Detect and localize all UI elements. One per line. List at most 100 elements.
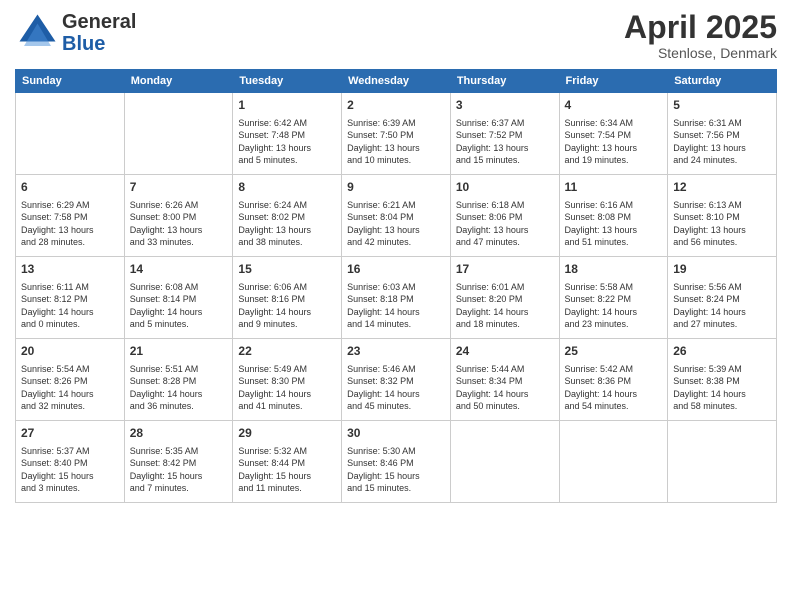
day-number: 8 <box>238 179 336 196</box>
day-number: 9 <box>347 179 445 196</box>
day-info: Sunrise: 5:58 AM Sunset: 8:22 PM Dayligh… <box>565 281 663 331</box>
day-info: Sunrise: 6:06 AM Sunset: 8:16 PM Dayligh… <box>238 281 336 331</box>
day-number: 7 <box>130 179 228 196</box>
day-info: Sunrise: 6:34 AM Sunset: 7:54 PM Dayligh… <box>565 117 663 167</box>
calendar-cell <box>16 93 125 175</box>
calendar-cell: 16Sunrise: 6:03 AM Sunset: 8:18 PM Dayli… <box>342 257 451 339</box>
calendar-header-wednesday: Wednesday <box>342 70 451 93</box>
calendar-cell: 13Sunrise: 6:11 AM Sunset: 8:12 PM Dayli… <box>16 257 125 339</box>
day-number: 19 <box>673 261 771 278</box>
calendar-cell: 3 Sunrise: 6:37 AM Sunset: 7:52 PM Daylig… <box>450 93 559 175</box>
location: Stenlose, Denmark <box>624 45 777 61</box>
day-info: Sunrise: 5:39 AM Sunset: 8:38 PM Dayligh… <box>673 363 771 413</box>
day-info: Sunrise: 6:13 AM Sunset: 8:10 PM Dayligh… <box>673 199 771 249</box>
page: General Blue April 2025 Stenlose, Denmar… <box>0 0 792 612</box>
day-info: Sunrise: 6:03 AM Sunset: 8:18 PM Dayligh… <box>347 281 445 331</box>
day-number: 15 <box>238 261 336 278</box>
day-info: Sunrise: 5:32 AM Sunset: 8:44 PM Dayligh… <box>238 445 336 495</box>
day-info: Sunrise: 6:16 AM Sunset: 8:08 PM Dayligh… <box>565 199 663 249</box>
calendar-cell: 14 Sunrise: 6:08 AM Sunset: 8:14 PM Dayli… <box>124 257 233 339</box>
day-number: 11 <box>565 179 663 196</box>
day-info: Sunrise: 5:54 AM Sunset: 8:26 PM Dayligh… <box>21 363 119 413</box>
calendar-week-row: 20 Sunrise: 5:54 AM Sunset: 8:26 PM Dayli… <box>16 339 777 421</box>
calendar-week-row: 1Sunrise: 6:42 AM Sunset: 7:48 PM Daylig… <box>16 93 777 175</box>
day-info: Sunrise: 6:42 AM Sunset: 7:48 PM Dayligh… <box>238 117 336 167</box>
day-info: Sunrise: 5:30 AM Sunset: 8:46 PM Dayligh… <box>347 445 445 495</box>
calendar-cell: 12 Sunrise: 6:13 AM Sunset: 8:10 PM Dayli… <box>668 175 777 257</box>
day-number: 3 <box>456 97 554 114</box>
logo-general-text: General <box>62 11 136 33</box>
day-number: 28 <box>130 425 228 442</box>
logo-label: General Blue <box>62 11 136 55</box>
calendar-cell <box>124 93 233 175</box>
calendar-header-saturday: Saturday <box>668 70 777 93</box>
day-info: Sunrise: 6:21 AM Sunset: 8:04 PM Dayligh… <box>347 199 445 249</box>
day-info: Sunrise: 6:39 AM Sunset: 7:50 PM Dayligh… <box>347 117 445 167</box>
calendar-cell: 2 Sunrise: 6:39 AM Sunset: 7:50 PM Daylig… <box>342 93 451 175</box>
calendar-cell: 5 Sunrise: 6:31 AM Sunset: 7:56 PM Daylig… <box>668 93 777 175</box>
day-info: Sunrise: 5:42 AM Sunset: 8:36 PM Dayligh… <box>565 363 663 413</box>
day-number: 10 <box>456 179 554 196</box>
calendar-cell: 24 Sunrise: 5:44 AM Sunset: 8:34 PM Dayli… <box>450 339 559 421</box>
day-info: Sunrise: 5:35 AM Sunset: 8:42 PM Dayligh… <box>130 445 228 495</box>
day-info: Sunrise: 6:29 AM Sunset: 7:58 PM Dayligh… <box>21 199 119 249</box>
day-number: 24 <box>456 343 554 360</box>
calendar-cell: 28 Sunrise: 5:35 AM Sunset: 8:42 PM Dayli… <box>124 421 233 503</box>
calendar-cell: 26 Sunrise: 5:39 AM Sunset: 8:38 PM Dayli… <box>668 339 777 421</box>
day-number: 5 <box>673 97 771 114</box>
logo: General Blue <box>15 10 136 55</box>
day-number: 21 <box>130 343 228 360</box>
title-area: April 2025 Stenlose, Denmark <box>624 10 777 61</box>
calendar-cell: 10 Sunrise: 6:18 AM Sunset: 8:06 PM Dayli… <box>450 175 559 257</box>
day-info: Sunrise: 6:37 AM Sunset: 7:52 PM Dayligh… <box>456 117 554 167</box>
calendar-header-sunday: Sunday <box>16 70 125 93</box>
calendar-cell <box>559 421 668 503</box>
day-number: 12 <box>673 179 771 196</box>
day-number: 26 <box>673 343 771 360</box>
calendar-header-thursday: Thursday <box>450 70 559 93</box>
day-info: Sunrise: 5:56 AM Sunset: 8:24 PM Dayligh… <box>673 281 771 331</box>
calendar-cell: 15 Sunrise: 6:06 AM Sunset: 8:16 PM Dayli… <box>233 257 342 339</box>
day-info: Sunrise: 6:08 AM Sunset: 8:14 PM Dayligh… <box>130 281 228 331</box>
day-info: Sunrise: 5:44 AM Sunset: 8:34 PM Dayligh… <box>456 363 554 413</box>
calendar-header-tuesday: Tuesday <box>233 70 342 93</box>
day-info: Sunrise: 5:51 AM Sunset: 8:28 PM Dayligh… <box>130 363 228 413</box>
calendar-header-monday: Monday <box>124 70 233 93</box>
logo-icon <box>15 10 60 55</box>
calendar-cell: 1Sunrise: 6:42 AM Sunset: 7:48 PM Daylig… <box>233 93 342 175</box>
day-info: Sunrise: 6:24 AM Sunset: 8:02 PM Dayligh… <box>238 199 336 249</box>
day-number: 20 <box>21 343 119 360</box>
day-number: 14 <box>130 261 228 278</box>
calendar-cell: 29Sunrise: 5:32 AM Sunset: 8:44 PM Dayli… <box>233 421 342 503</box>
calendar-week-row: 13Sunrise: 6:11 AM Sunset: 8:12 PM Dayli… <box>16 257 777 339</box>
calendar-header-row: SundayMondayTuesdayWednesdayThursdayFrid… <box>16 70 777 93</box>
day-number: 13 <box>21 261 119 278</box>
day-number: 17 <box>456 261 554 278</box>
calendar-week-row: 27Sunrise: 5:37 AM Sunset: 8:40 PM Dayli… <box>16 421 777 503</box>
day-number: 6 <box>21 179 119 196</box>
calendar-cell: 22Sunrise: 5:49 AM Sunset: 8:30 PM Dayli… <box>233 339 342 421</box>
day-info: Sunrise: 6:18 AM Sunset: 8:06 PM Dayligh… <box>456 199 554 249</box>
day-number: 30 <box>347 425 445 442</box>
day-info: Sunrise: 6:01 AM Sunset: 8:20 PM Dayligh… <box>456 281 554 331</box>
day-info: Sunrise: 5:46 AM Sunset: 8:32 PM Dayligh… <box>347 363 445 413</box>
calendar-cell: 18Sunrise: 5:58 AM Sunset: 8:22 PM Dayli… <box>559 257 668 339</box>
calendar-cell <box>668 421 777 503</box>
day-number: 2 <box>347 97 445 114</box>
calendar-cell: 6 Sunrise: 6:29 AM Sunset: 7:58 PM Daylig… <box>16 175 125 257</box>
day-number: 25 <box>565 343 663 360</box>
calendar-cell: 30 Sunrise: 5:30 AM Sunset: 8:46 PM Dayli… <box>342 421 451 503</box>
calendar-header-friday: Friday <box>559 70 668 93</box>
calendar-cell: 17 Sunrise: 6:01 AM Sunset: 8:20 PM Dayli… <box>450 257 559 339</box>
calendar-cell: 23Sunrise: 5:46 AM Sunset: 8:32 PM Dayli… <box>342 339 451 421</box>
calendar-cell: 9 Sunrise: 6:21 AM Sunset: 8:04 PM Daylig… <box>342 175 451 257</box>
day-info: Sunrise: 5:37 AM Sunset: 8:40 PM Dayligh… <box>21 445 119 495</box>
calendar-week-row: 6 Sunrise: 6:29 AM Sunset: 7:58 PM Daylig… <box>16 175 777 257</box>
calendar-cell: 4 Sunrise: 6:34 AM Sunset: 7:54 PM Daylig… <box>559 93 668 175</box>
day-info: Sunrise: 6:31 AM Sunset: 7:56 PM Dayligh… <box>673 117 771 167</box>
day-info: Sunrise: 5:49 AM Sunset: 8:30 PM Dayligh… <box>238 363 336 413</box>
calendar-cell: 21 Sunrise: 5:51 AM Sunset: 8:28 PM Dayli… <box>124 339 233 421</box>
header: General Blue April 2025 Stenlose, Denmar… <box>15 10 777 61</box>
day-number: 4 <box>565 97 663 114</box>
calendar-cell: 8 Sunrise: 6:24 AM Sunset: 8:02 PM Daylig… <box>233 175 342 257</box>
